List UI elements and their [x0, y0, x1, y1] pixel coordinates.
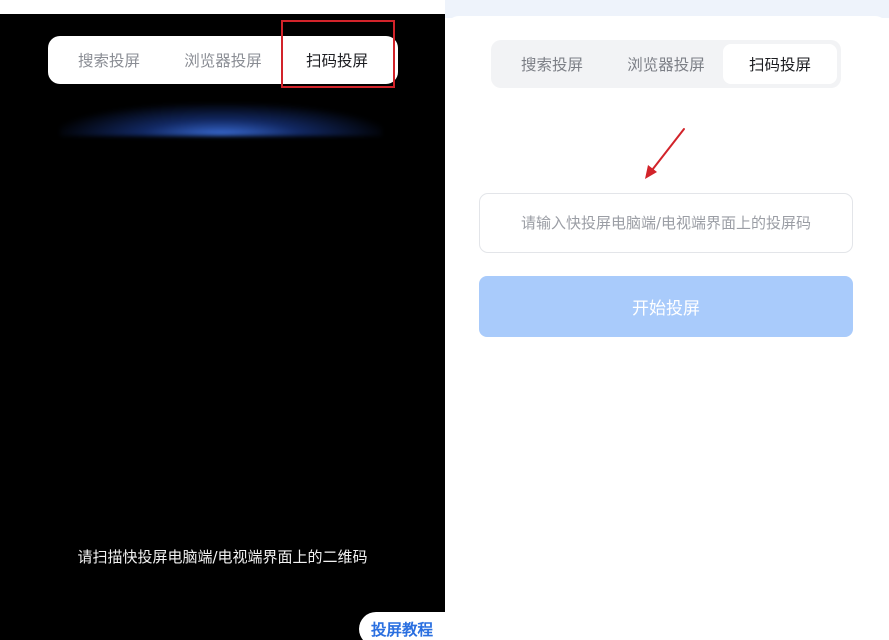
start-cast-button[interactable]: 开始投屏: [479, 276, 853, 337]
tab-scan-cast[interactable]: 扫码投屏: [723, 44, 837, 84]
right-mode-tabs: 搜索投屏 浏览器投屏 扫码投屏: [491, 40, 841, 88]
scan-line-glow: [60, 104, 382, 136]
cast-code-input[interactable]: [479, 193, 853, 253]
scan-hint-text: 请扫描快投屏电脑端/电视端界面上的二维码: [77, 548, 368, 566]
qr-scanner-panel: 搜索投屏 浏览器投屏 扫码投屏 请扫描快投屏电脑端/电视端界面上的二维码 投屏教…: [0, 14, 445, 640]
tab-search-cast[interactable]: 搜索投屏: [495, 44, 609, 84]
cast-tutorial-button[interactable]: 投屏教程: [359, 612, 445, 640]
tab-search-cast[interactable]: 搜索投屏: [52, 40, 166, 80]
tab-browser-cast[interactable]: 浏览器投屏: [166, 40, 280, 80]
tab-scan-cast[interactable]: 扫码投屏: [280, 40, 394, 80]
left-mode-tabs: 搜索投屏 浏览器投屏 扫码投屏: [48, 36, 398, 84]
cast-code-panel: 搜索投屏 浏览器投屏 扫码投屏 开始投屏: [445, 16, 889, 640]
tab-browser-cast[interactable]: 浏览器投屏: [609, 44, 723, 84]
screenshot-composite: 搜索投屏 浏览器投屏 扫码投屏 请扫描快投屏电脑端/电视端界面上的二维码 投屏教…: [0, 0, 889, 640]
annotation-arrow-icon: [645, 128, 685, 179]
